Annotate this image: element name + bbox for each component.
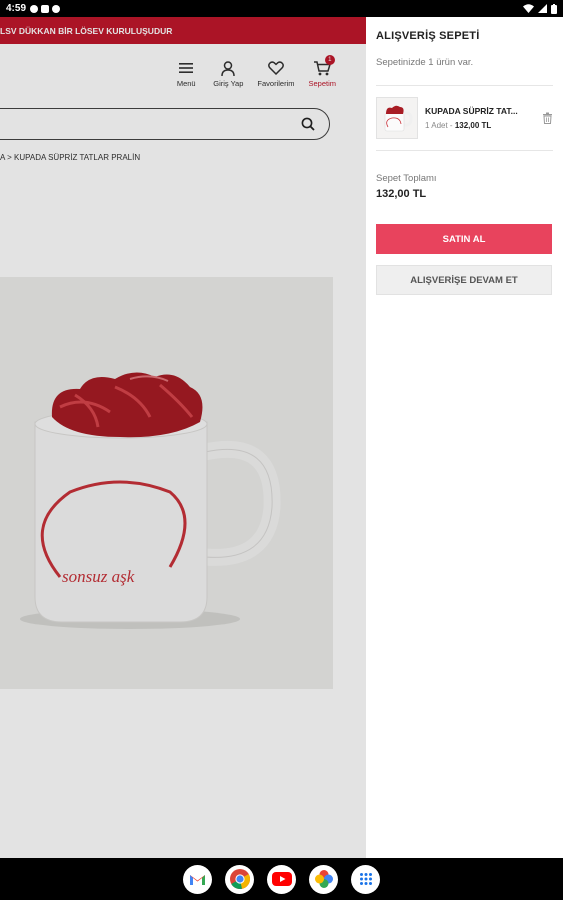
wifi-icon bbox=[523, 4, 534, 13]
buy-button[interactable]: SATIN AL bbox=[376, 224, 552, 254]
status-bar: 4:59 bbox=[0, 0, 563, 17]
dim-overlay[interactable] bbox=[0, 17, 366, 858]
cart-title: ALIŞVERİŞ SEPETİ bbox=[376, 30, 480, 42]
cart-item-thumbnail[interactable] bbox=[376, 97, 418, 139]
signal-icon bbox=[538, 4, 547, 13]
status-time: 4:59 bbox=[6, 3, 27, 14]
cart-drawer: ALIŞVERİŞ SEPETİ Sepetinizde 1 ürün var.… bbox=[366, 17, 563, 858]
divider bbox=[376, 150, 553, 151]
photos-icon[interactable] bbox=[309, 864, 338, 894]
cart-item-name[interactable]: KUPADA SÜPRİZ TAT... bbox=[425, 106, 533, 116]
cart-item-meta: 1 Adet - 132,00 TL bbox=[425, 121, 553, 130]
cart-total-label: Sepet Toplamı bbox=[376, 173, 437, 184]
continue-shopping-button[interactable]: ALIŞVERİŞE DEVAM ET bbox=[376, 265, 552, 295]
battery-icon bbox=[551, 3, 557, 14]
notification-icon bbox=[52, 4, 61, 13]
cart-total-value: 132,00 TL bbox=[376, 188, 427, 200]
trash-icon[interactable] bbox=[542, 112, 553, 124]
gmail-icon[interactable] bbox=[183, 864, 212, 894]
app-dock bbox=[0, 858, 563, 900]
cart-subtitle: Sepetinizde 1 ürün var. bbox=[376, 57, 474, 68]
youtube-icon[interactable] bbox=[267, 864, 296, 894]
cart-item[interactable]: KUPADA SÜPRİZ TAT... 1 Adet - 132,00 TL bbox=[376, 86, 553, 150]
cart-item-price: 132,00 TL bbox=[454, 121, 492, 130]
app-drawer-icon[interactable] bbox=[351, 864, 380, 894]
notification-icon bbox=[30, 4, 39, 13]
cart-item-qty: 1 Adet - bbox=[425, 121, 453, 130]
chrome-icon[interactable] bbox=[225, 864, 254, 894]
mug-thumbnail-icon bbox=[384, 105, 413, 132]
notification-icon bbox=[41, 4, 50, 13]
